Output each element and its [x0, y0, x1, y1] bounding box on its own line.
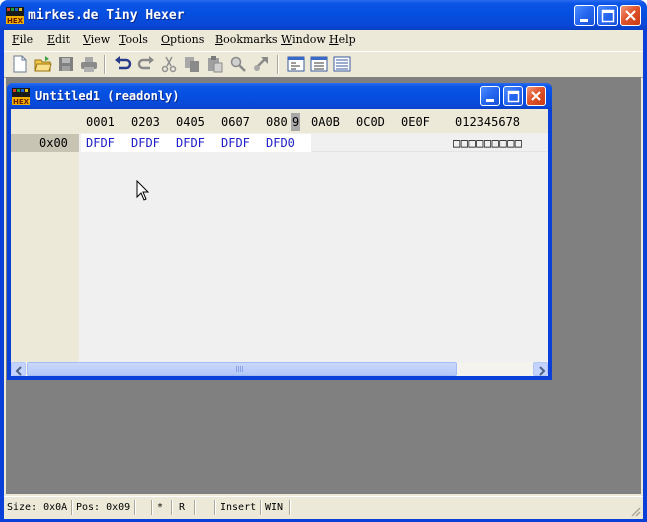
- main-window: HEX mirkes.de Tiny Hexer File Edit View …: [0, 0, 647, 522]
- maximize-icon: [507, 90, 520, 103]
- svg-text:HEX: HEX: [13, 98, 30, 105]
- row-separator: [311, 151, 548, 152]
- document-minimize-button[interactable]: [480, 86, 500, 106]
- toolbar-separator: [104, 55, 106, 74]
- ascii-column-header: 012345678: [455, 115, 521, 129]
- menubar: File Edit View Tools Options Bookmarks W…: [4, 30, 643, 50]
- status-divider: [194, 500, 196, 515]
- save-icon[interactable]: [57, 55, 75, 73]
- view-list-icon[interactable]: [333, 55, 351, 73]
- hex-byte-pair[interactable]: DFDF: [86, 136, 115, 150]
- view-hex-icon[interactable]: [287, 55, 305, 73]
- hex-document-icon: HEX: [12, 88, 30, 105]
- document-title: Untitled1 (readonly): [35, 89, 180, 103]
- document-maximize-button[interactable]: [503, 86, 523, 106]
- minimize-button[interactable]: [574, 5, 595, 26]
- hex-row[interactable]: 0x00 DFDF DFDF DFDF DFDF DFD0 □□□□□□□□□: [11, 134, 548, 152]
- status-divider: [134, 500, 136, 515]
- status-divider: [71, 500, 73, 515]
- cut-icon[interactable]: [160, 55, 178, 73]
- status-divider: [214, 500, 216, 515]
- hex-byte-pair[interactable]: DFDF: [176, 136, 205, 150]
- status-divider: [151, 500, 153, 515]
- toolbar-separator: [277, 55, 279, 74]
- close-icon: [531, 91, 541, 101]
- svg-text:HEX: HEX: [7, 17, 24, 24]
- hex-byte-pair[interactable]: DFD0: [266, 136, 295, 150]
- view-text-icon[interactable]: [310, 55, 328, 73]
- column-header: 0C0D: [356, 115, 385, 129]
- hex-editor-view[interactable]: 0001 0203 0405 0607 080 9 0A0B 0C0D 0E0F…: [11, 109, 548, 376]
- hex-byte-pair[interactable]: DFDF: [131, 136, 160, 150]
- document-close-button[interactable]: [526, 86, 546, 106]
- mouse-pointer-icon: [136, 180, 150, 201]
- status-charset: WIN: [265, 502, 284, 513]
- hex-app-icon: HEX: [6, 7, 24, 24]
- address-gutter: [11, 133, 79, 362]
- document-titlebar[interactable]: HEX Untitled1 (readonly): [7, 83, 552, 109]
- close-icon: [625, 10, 636, 21]
- main-titlebar[interactable]: HEX mirkes.de Tiny Hexer: [0, 0, 647, 30]
- replace-icon[interactable]: [252, 55, 270, 73]
- column-header: 0203: [131, 115, 160, 129]
- scroll-left-button[interactable]: [11, 362, 26, 376]
- status-readonly-flag: R: [179, 502, 186, 513]
- status-position: Pos: 0x09: [76, 502, 131, 513]
- status-bar: Size: 0x0A Pos: 0x09 * R Insert WIN: [4, 496, 643, 519]
- undo-icon[interactable]: [114, 55, 132, 73]
- paste-icon[interactable]: [206, 55, 224, 73]
- row-address: 0x00: [39, 136, 68, 150]
- status-size: Size: 0x0A: [7, 502, 68, 513]
- redo-icon[interactable]: [137, 55, 155, 73]
- scroll-thumb[interactable]: [27, 362, 457, 376]
- hex-byte-pair[interactable]: DFDF: [221, 136, 250, 150]
- menu-edit[interactable]: Edit: [47, 33, 70, 46]
- column-header: 080: [266, 115, 288, 129]
- column-header: 0607: [221, 115, 250, 129]
- minimize-icon: [580, 19, 588, 22]
- print-icon[interactable]: [80, 55, 98, 73]
- maximize-icon: [601, 9, 615, 23]
- copy-icon[interactable]: [183, 55, 201, 73]
- resize-grip-icon[interactable]: [629, 505, 641, 517]
- chevron-right-icon: [539, 366, 546, 376]
- menu-options[interactable]: Options: [161, 33, 204, 46]
- menu-tools[interactable]: Tools: [119, 33, 148, 46]
- find-icon[interactable]: [229, 55, 247, 73]
- status-divider: [289, 500, 291, 515]
- hex-column-header: 0001 0203 0405 0607 080 9 0A0B 0C0D 0E0F…: [11, 109, 548, 133]
- chevron-left-icon: [15, 366, 22, 376]
- column-header-active: 9: [292, 115, 300, 129]
- status-divider: [260, 500, 262, 515]
- status-divider: [171, 500, 173, 515]
- document-window: HEX Untitled1 (readonly) 0001 0203 0405 …: [7, 83, 552, 380]
- menu-help[interactable]: Help: [329, 33, 356, 46]
- scroll-right-button[interactable]: [533, 362, 548, 376]
- open-file-icon[interactable]: [34, 55, 52, 73]
- close-button[interactable]: [620, 5, 641, 26]
- minimize-icon: [486, 99, 494, 102]
- menu-file[interactable]: File: [12, 33, 33, 46]
- column-header: 0405: [176, 115, 205, 129]
- toolbar: [4, 51, 643, 78]
- column-header: 0A0B: [311, 115, 340, 129]
- horizontal-scrollbar[interactable]: [11, 362, 548, 376]
- new-file-icon[interactable]: [11, 55, 29, 73]
- menu-view[interactable]: View: [83, 33, 110, 46]
- column-header: 0E0F: [401, 115, 430, 129]
- scroll-thumb-grip: [236, 366, 244, 372]
- app-title: mirkes.de Tiny Hexer: [28, 8, 185, 23]
- menu-window[interactable]: Window: [281, 33, 326, 46]
- row-ascii[interactable]: □□□□□□□□□: [453, 136, 523, 150]
- status-insert-mode: Insert: [220, 502, 257, 513]
- maximize-button[interactable]: [597, 5, 618, 26]
- menu-bookmarks[interactable]: Bookmarks: [215, 33, 278, 46]
- column-header: 0001: [86, 115, 115, 129]
- status-modified: *: [157, 502, 164, 513]
